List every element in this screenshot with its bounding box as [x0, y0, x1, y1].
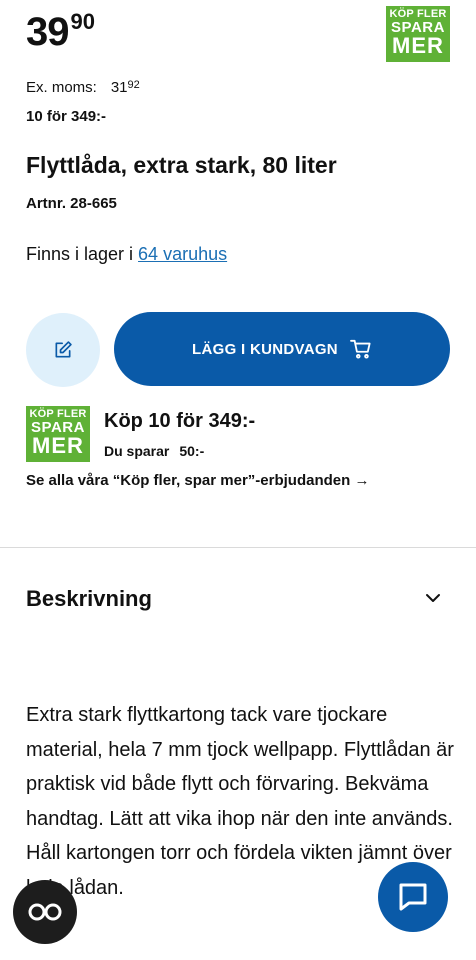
stock-prefix: Finns i lager i	[26, 244, 139, 264]
multi-offer: 10 för 349:-	[26, 108, 107, 125]
price-decimal: 90	[70, 9, 95, 34]
store-count-link[interactable]: 64 varuhus	[138, 244, 227, 264]
stock-status: Finns i lager i 64 varuhus	[26, 244, 227, 265]
price-integer: 39	[26, 10, 69, 54]
description-heading[interactable]: Beskrivning	[26, 586, 152, 612]
promo-savings: Du sparar 50:-	[104, 443, 204, 459]
co-chat-button[interactable]	[13, 880, 77, 944]
edit-note-icon	[55, 341, 72, 358]
article-number: Artnr. 28-665	[26, 195, 117, 212]
savings-label: Du sparar	[104, 443, 170, 459]
badge-line3: MER	[32, 433, 84, 458]
chevron-down-icon[interactable]	[424, 592, 442, 604]
shopping-cart-icon	[350, 339, 371, 359]
ex-moms-integer: 31	[110, 79, 128, 96]
ex-moms-price: Ex. moms: 3192	[26, 79, 140, 96]
product-title: Flyttlåda, extra stark, 80 liter	[26, 152, 337, 178]
ex-moms-label: Ex. moms:	[26, 79, 97, 96]
ex-moms-decimal: 92	[127, 79, 140, 91]
divider	[0, 547, 476, 548]
add-to-cart-label: LÄGG I KUNDVAGN	[192, 340, 338, 358]
chat-button[interactable]	[378, 862, 448, 932]
chat-bubble-icon	[399, 883, 427, 911]
savings-amount: 50:-	[179, 443, 205, 459]
price: 3990	[26, 9, 95, 55]
add-to-cart-button[interactable]: LÄGG I KUNDVAGN	[114, 312, 450, 386]
promo-title: Köp 10 för 349:-	[104, 410, 256, 432]
badge-line3: MER	[392, 33, 444, 58]
kop-fler-spara-mer-badge: KÖP FLER SPARA MER	[386, 6, 450, 62]
co-chat-icon	[28, 903, 62, 921]
kop-fler-spara-mer-badge: KÖP FLER SPARA MER	[26, 406, 90, 462]
note-button[interactable]	[26, 313, 100, 387]
all-offers-link[interactable]: Se alla våra “Köp fler, spar mer”-erbjud…	[26, 472, 369, 489]
